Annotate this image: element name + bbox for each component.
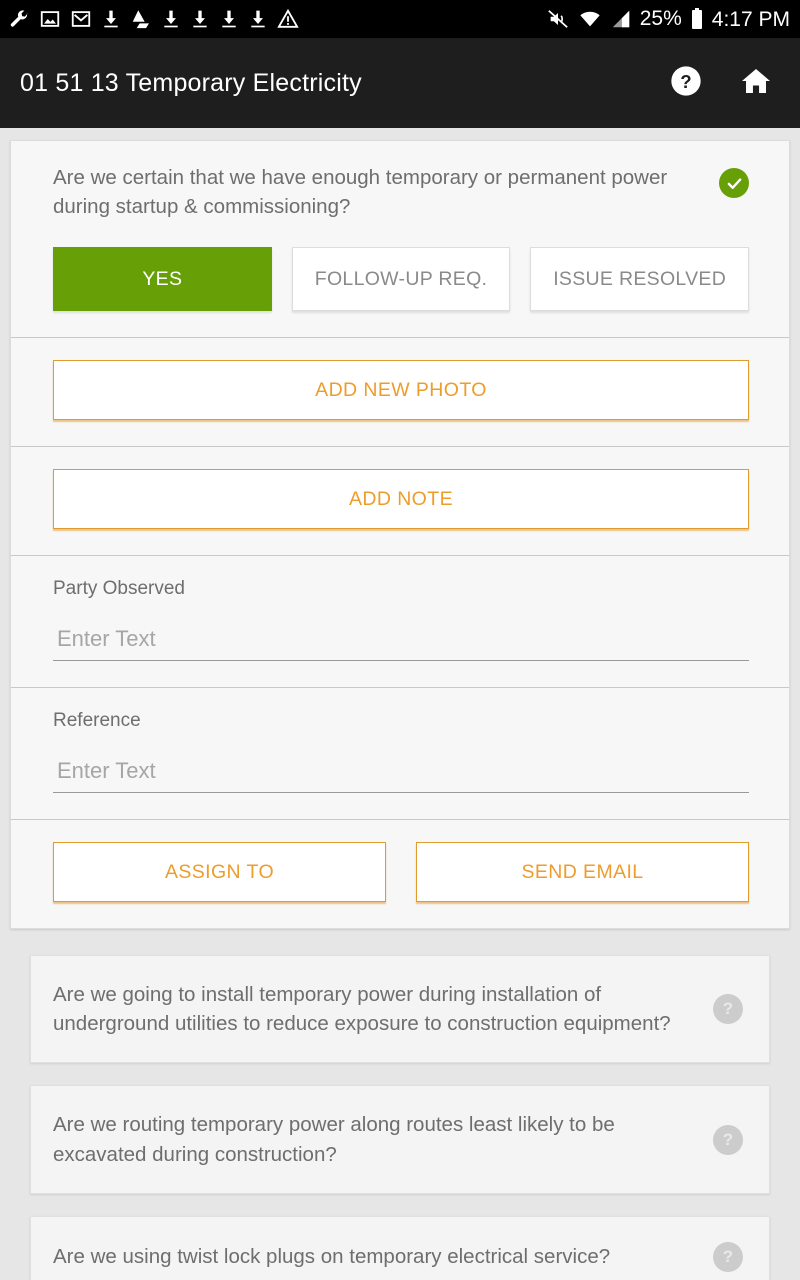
battery-percent-label: 25% <box>639 7 682 30</box>
scroll-content[interactable]: Are we certain that we have enough tempo… <box>0 128 800 1280</box>
answer-follow-up-button[interactable]: FOLLOW-UP REQ. <box>291 247 511 312</box>
unanswered-question-badge: ? <box>713 994 743 1025</box>
party-observed-input[interactable] <box>53 626 749 662</box>
reference-label: Reference <box>53 710 141 732</box>
download-icon <box>164 10 178 28</box>
question-text: Are we using twist lock plugs on tempora… <box>53 1245 611 1269</box>
reference-section: Reference <box>11 688 789 819</box>
photo-icon <box>40 11 60 27</box>
question-header: Are we certain that we have enough tempo… <box>53 163 749 221</box>
question-text: Are we going to install temporary power … <box>53 983 671 1036</box>
question-text: Are we routing temporary power along rou… <box>53 1113 615 1166</box>
gmail-icon <box>71 11 91 27</box>
page-title: 01 51 13 Temporary Electricity <box>20 68 362 97</box>
question-section: Are we certain that we have enough tempo… <box>11 141 789 337</box>
status-bar: 25% 4:17 PM <box>0 0 800 38</box>
status-bar-left-icons <box>8 8 299 30</box>
list-item[interactable]: Are we using twist lock plugs on tempora… <box>30 1215 770 1280</box>
question-text: Are we certain that we have enough tempo… <box>53 166 668 219</box>
reference-input[interactable] <box>53 758 749 794</box>
assign-to-button[interactable]: ASSIGN TO <box>53 842 386 903</box>
volume-muted-icon <box>547 10 568 28</box>
add-note-section: ADD NOTE <box>11 447 789 555</box>
home-icon[interactable] <box>740 65 772 102</box>
app-bar: 01 51 13 Temporary Electricity ? <box>0 38 800 128</box>
unanswered-question-badge: ? <box>713 1124 743 1155</box>
help-icon[interactable]: ? <box>670 65 702 102</box>
battery-icon <box>691 8 702 29</box>
download-icon <box>251 10 265 28</box>
assign-email-section: ASSIGN TO SEND EMAIL <box>11 820 789 928</box>
clock-label: 4:17 PM <box>711 7 790 31</box>
assign-email-button-row: ASSIGN TO SEND EMAIL <box>53 842 749 903</box>
list-item[interactable]: Are we routing temporary power along rou… <box>30 1085 770 1194</box>
cellular-signal-icon <box>612 10 629 28</box>
app-bar-actions: ? <box>670 65 772 102</box>
svg-text:?: ? <box>680 70 691 91</box>
unanswered-question-badge: ? <box>713 1241 743 1272</box>
warning-icon <box>277 8 299 28</box>
google-drive-icon <box>132 10 149 29</box>
add-photo-section: ADD NEW PHOTO <box>11 338 789 446</box>
question-list: Are we going to install temporary power … <box>10 955 790 1280</box>
party-observed-label: Party Observed <box>53 578 185 600</box>
answer-button-group: YES FOLLOW-UP REQ. ISSUE RESOLVED <box>53 247 750 312</box>
add-note-button[interactable]: ADD NOTE <box>53 469 749 530</box>
download-icon <box>193 10 207 28</box>
answered-check-badge <box>719 168 749 198</box>
wrench-icon <box>10 10 28 27</box>
add-new-photo-button[interactable]: ADD NEW PHOTO <box>53 360 749 421</box>
answer-issue-resolved-button[interactable]: ISSUE RESOLVED <box>530 247 750 312</box>
list-item[interactable]: Are we going to install temporary power … <box>30 955 770 1064</box>
send-email-button[interactable]: SEND EMAIL <box>416 842 749 903</box>
party-observed-section: Party Observed <box>11 556 789 687</box>
download-icon <box>104 10 118 28</box>
active-question-card: Are we certain that we have enough tempo… <box>10 140 790 930</box>
status-bar-right-icons: 25% 4:17 PM <box>546 7 790 31</box>
answer-yes-button[interactable]: YES <box>53 247 272 312</box>
wifi-icon <box>580 11 600 27</box>
download-icon <box>222 10 236 28</box>
